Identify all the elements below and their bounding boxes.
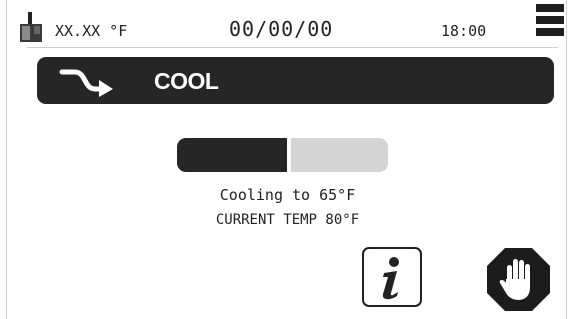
- info-icon: [382, 257, 399, 300]
- mode-banner: COOL: [37, 57, 554, 104]
- progress-remaining: [291, 138, 388, 172]
- cool-flow-arrow-icon: [59, 69, 113, 97]
- mode-label: COOL: [154, 68, 219, 94]
- progress-bar: [177, 138, 388, 172]
- time-readout: 18:00: [441, 22, 487, 40]
- current-temp-text: CURRENT TEMP 80°F: [215, 212, 360, 228]
- temperature-readout: XX.XX °F: [55, 22, 128, 40]
- menu-button[interactable]: [536, 4, 564, 42]
- date-readout: 00/00/00: [229, 17, 334, 41]
- info-button[interactable]: [362, 247, 422, 307]
- cooling-target-text: Cooling to 65°F: [219, 186, 356, 204]
- status-bar: XX.XX °F 00/00/00 18:00: [7, 0, 568, 50]
- progress-fill: [177, 138, 287, 172]
- hamburger-menu-icon: [536, 4, 564, 36]
- stop-button[interactable]: [486, 247, 551, 312]
- thermometer-icon: [20, 12, 42, 42]
- header-divider: [27, 47, 558, 48]
- thermostat-screen: XX.XX °F 00/00/00 18:00 COOL Cooling to …: [6, 0, 567, 319]
